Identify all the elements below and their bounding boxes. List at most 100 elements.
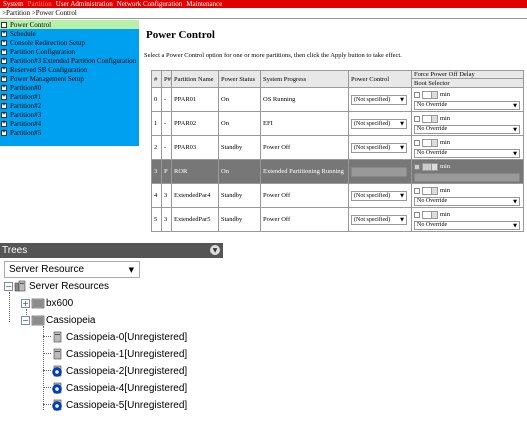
menu-network-configuration[interactable]: Network Configuration bbox=[117, 0, 183, 8]
boot-selector-value: No Override bbox=[417, 198, 448, 204]
chevron-down-icon: ▼ bbox=[128, 266, 134, 274]
sidebar-nav: Power Control + Schedule + Console Redir… bbox=[0, 20, 139, 146]
expand-toggle[interactable]: + bbox=[21, 298, 30, 308]
power-control-select[interactable]: ▼ bbox=[351, 166, 407, 177]
sidebar-item-console-redirection[interactable]: + Console Redirection Setup bbox=[0, 38, 139, 47]
trees-panel-header: Trees ▼ bbox=[0, 243, 223, 258]
expand-icon[interactable]: + bbox=[1, 102, 7, 109]
chevron-down-icon: ▼ bbox=[513, 222, 517, 229]
expand-icon[interactable]: + bbox=[1, 75, 7, 82]
sidebar-item-partition-configuration[interactable]: + Partition Configuration bbox=[0, 47, 139, 56]
cell-num: 3 bbox=[151, 159, 162, 184]
delay-minutes-stepper[interactable] bbox=[422, 186, 438, 195]
force-power-off-checkbox[interactable] bbox=[414, 91, 420, 98]
sidebar-item-partition-1[interactable]: + Partition#1 bbox=[0, 92, 139, 101]
expand-icon[interactable]: + bbox=[1, 30, 7, 37]
tree-node-cassiopeia-0[interactable]: Cassiopeia-0[Unregistered] bbox=[51, 329, 187, 345]
tree-node-label: Server Resources bbox=[29, 280, 110, 292]
tree-node-label: Cassiopeia-1[Unregistered] bbox=[66, 348, 188, 360]
expand-icon[interactable]: + bbox=[1, 93, 7, 100]
server-status-icon bbox=[52, 365, 62, 377]
expand-icon[interactable]: + bbox=[1, 84, 7, 91]
cell-partition-name: PPAR01 bbox=[171, 87, 219, 112]
cell-num: 5 bbox=[151, 207, 162, 232]
force-power-off-checkbox[interactable] bbox=[414, 115, 420, 122]
boot-selector-value: No Override bbox=[417, 102, 448, 108]
tree-node-label: Cassiopeia-2[Unregistered] bbox=[66, 365, 188, 377]
sidebar-item-power-management[interactable]: + Power Management Setup bbox=[0, 74, 139, 83]
sidebar-item-partition-4[interactable]: + Partition#4 bbox=[0, 119, 139, 128]
sidebar-item-label: Power Control bbox=[10, 20, 52, 29]
power-control-select[interactable]: (Not specified) ▼ bbox=[351, 142, 407, 153]
delay-minutes-stepper[interactable] bbox=[422, 162, 438, 171]
expand-icon[interactable]: + bbox=[1, 48, 7, 55]
cell-num: 1 bbox=[151, 111, 162, 136]
boot-selector-select[interactable]: No Override ▼ bbox=[414, 100, 520, 110]
expand-icon[interactable]: + bbox=[1, 111, 7, 118]
power-control-select[interactable]: (Not specified) ▼ bbox=[351, 214, 407, 225]
cell-pnum: 3 bbox=[161, 207, 172, 232]
force-power-off-checkbox[interactable] bbox=[414, 211, 420, 218]
sidebar-item-label: Schedule bbox=[10, 29, 36, 38]
boot-selector-select[interactable]: No Override ▼ bbox=[414, 196, 520, 206]
chevron-down-icon: ▼ bbox=[513, 150, 517, 157]
sidebar-item-partition-0[interactable]: + Partition#0 bbox=[0, 83, 139, 92]
cell-system-progress: Power Off bbox=[260, 135, 349, 160]
menu-maintenance[interactable]: Maintenance bbox=[186, 0, 222, 8]
boot-selector-select[interactable]: ▼ bbox=[414, 172, 520, 182]
sidebar-item-label: Partition#1 bbox=[10, 92, 42, 101]
sidebar-item-reserved-sb[interactable]: + Reserved SB Configuration bbox=[0, 65, 139, 74]
chevron-down-icon: ▼ bbox=[400, 144, 404, 151]
force-power-off-checkbox[interactable] bbox=[414, 187, 420, 194]
tree-connector bbox=[43, 336, 51, 337]
collapse-icon[interactable]: ▼ bbox=[210, 245, 220, 255]
sidebar-item-partition-5[interactable]: + Partition#5 bbox=[0, 128, 139, 137]
tree-node-bx600[interactable]: + bx600 bbox=[21, 295, 73, 311]
collapse-toggle[interactable]: − bbox=[21, 315, 30, 325]
tree-node-cassiopeia-4[interactable]: Cassiopeia-4[Unregistered] bbox=[51, 380, 187, 396]
force-power-off-checkbox[interactable] bbox=[414, 163, 420, 170]
delay-minutes-stepper[interactable] bbox=[422, 114, 438, 123]
expand-icon[interactable]: + bbox=[1, 39, 7, 46]
force-power-off-checkbox[interactable] bbox=[414, 139, 420, 146]
expand-icon[interactable]: + bbox=[1, 66, 7, 73]
cell-power-control: (Not specified) ▼ bbox=[348, 183, 412, 208]
menu-user-administration[interactable]: User Administration bbox=[56, 0, 113, 8]
sidebar-item-power-control[interactable]: Power Control bbox=[0, 20, 139, 29]
chevron-down-icon: ▼ bbox=[513, 174, 517, 181]
tree-node-server-resources[interactable]: − Server Resources bbox=[4, 278, 109, 294]
boot-selector-select[interactable]: No Override ▼ bbox=[414, 148, 520, 158]
delay-minutes-stepper[interactable] bbox=[422, 138, 438, 147]
boot-selector-select[interactable]: No Override ▼ bbox=[414, 220, 520, 230]
table-row: 3 P ROR On Extended Partitioning Running ▼ min… bbox=[151, 159, 524, 184]
sidebar-item-partition-3[interactable]: + Partition#3 bbox=[0, 110, 139, 119]
power-control-select[interactable]: (Not specified) ▼ bbox=[351, 94, 407, 105]
cell-force-boot: min ▼ bbox=[411, 159, 524, 184]
cell-force-boot: min No Override ▼ bbox=[411, 87, 524, 112]
delay-minutes-stepper[interactable] bbox=[422, 90, 438, 99]
menu-system[interactable]: System bbox=[3, 0, 24, 8]
tree-node-cassiopeia-2[interactable]: Cassiopeia-2[Unregistered] bbox=[51, 363, 187, 379]
tree-node-label: bx600 bbox=[46, 297, 74, 309]
tree-node-cassiopeia[interactable]: − Cassiopeia bbox=[21, 312, 95, 328]
sidebar-item-extended-partition-configuration[interactable]: + Partition#3 Extended Partition Configu… bbox=[0, 56, 139, 65]
power-control-select[interactable]: (Not specified) ▼ bbox=[351, 118, 407, 129]
delay-minutes-stepper[interactable] bbox=[422, 210, 438, 219]
tree-resource-select[interactable]: Server Resource ▼ bbox=[4, 261, 140, 278]
server-icon bbox=[53, 331, 62, 343]
menu-partition[interactable]: Partition bbox=[28, 0, 52, 8]
col-header-system-progress: System Progress bbox=[260, 70, 349, 88]
chassis-icon bbox=[31, 315, 45, 326]
tree-node-cassiopeia-5[interactable]: Cassiopeia-5[Unregistered] bbox=[51, 397, 187, 413]
cell-power-status: On bbox=[218, 87, 261, 112]
power-control-select[interactable]: (Not specified) ▼ bbox=[351, 190, 407, 201]
collapse-toggle[interactable]: − bbox=[4, 281, 13, 291]
expand-icon[interactable]: + bbox=[1, 120, 7, 127]
sidebar-item-partition-2[interactable]: + Partition#2 bbox=[0, 101, 139, 110]
expand-icon[interactable]: + bbox=[1, 129, 7, 136]
expand-icon[interactable]: + bbox=[1, 57, 7, 64]
power-control-value: (Not specified) bbox=[354, 96, 391, 103]
tree-node-cassiopeia-1[interactable]: Cassiopeia-1[Unregistered] bbox=[51, 346, 187, 362]
boot-selector-select[interactable]: No Override ▼ bbox=[414, 124, 520, 134]
sidebar-item-schedule[interactable]: + Schedule bbox=[0, 29, 139, 38]
